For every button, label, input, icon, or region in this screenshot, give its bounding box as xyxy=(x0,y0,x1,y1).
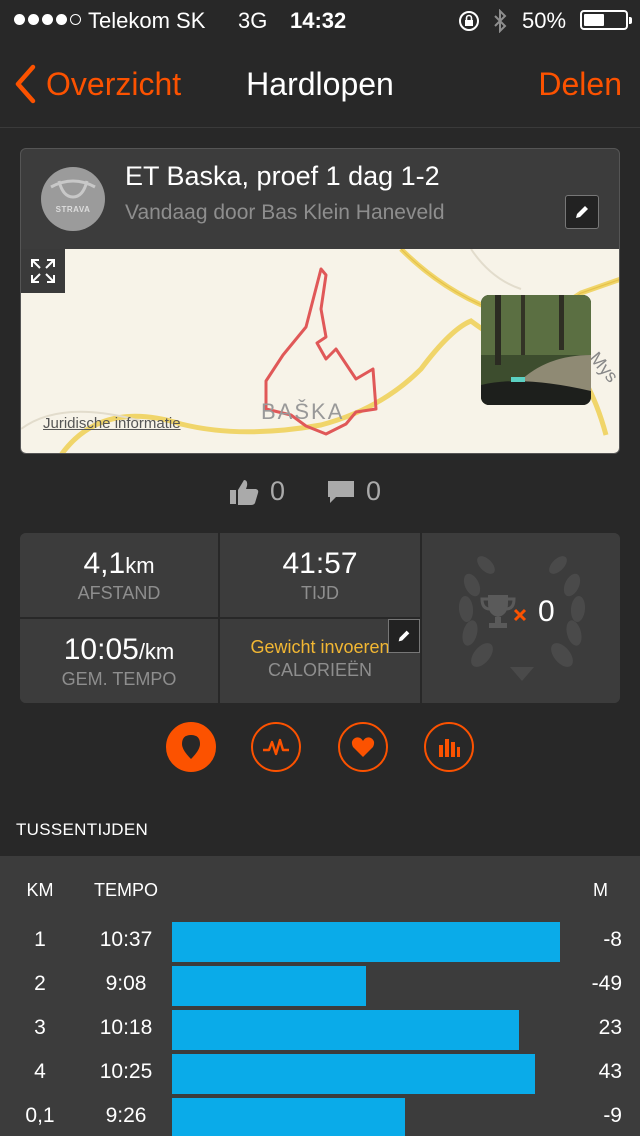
pencil-icon xyxy=(398,630,410,642)
activity-card: STRAVA ET Baska, proef 1 dag 1-2 Vandaag… xyxy=(20,148,620,454)
heart-icon xyxy=(351,737,375,757)
expand-icon xyxy=(31,259,55,283)
status-bar: Telekom SK 3G 14:32 50% xyxy=(0,0,640,42)
achievements-stat[interactable]: 0 xyxy=(422,533,620,703)
edit-activity-button[interactable] xyxy=(565,195,599,229)
expand-map-button[interactable] xyxy=(21,249,65,293)
tab-splits[interactable] xyxy=(424,722,474,772)
table-row[interactable]: 0,1 9:26 -9 xyxy=(0,1096,640,1136)
bluetooth-icon xyxy=(494,9,507,33)
tab-pace[interactable] xyxy=(251,722,301,772)
battery-icon xyxy=(580,10,632,30)
battery-percent: 50% xyxy=(522,8,567,33)
carrier-name: Telekom SK xyxy=(88,8,206,33)
table-row[interactable]: 2 9:08 -49 xyxy=(0,964,640,1008)
distance-value: 4,1 xyxy=(83,547,126,580)
split-pace: 9:26 xyxy=(105,1104,147,1127)
pencil-icon xyxy=(576,206,588,218)
elevation-column-header: M xyxy=(593,880,608,900)
split-elevation: -8 xyxy=(603,928,622,951)
signal-strength-icon xyxy=(14,14,81,25)
table-row[interactable]: 1 10:37 -8 xyxy=(0,920,640,964)
splits-section-title: TUSSENTIJDEN xyxy=(16,820,149,839)
split-km: 0,1 xyxy=(25,1104,55,1127)
split-elevation: -9 xyxy=(603,1104,622,1127)
split-pace: 10:18 xyxy=(99,1016,153,1039)
legal-info-link[interactable]: Juridische informatie xyxy=(43,415,181,432)
split-pace-bar xyxy=(172,922,560,962)
chevron-left-icon xyxy=(15,64,36,104)
activity-title: ET Baska, proef 1 dag 1-2 xyxy=(125,161,440,191)
back-button[interactable]: Overzicht xyxy=(14,64,181,104)
pulse-icon xyxy=(263,738,289,756)
social-bar: 0 0 xyxy=(0,474,640,518)
rotation-lock-icon xyxy=(459,11,479,31)
activity-subtitle: Vandaag door Bas Klein Haneveld xyxy=(125,201,445,224)
table-row[interactable]: 4 10:25 43 xyxy=(0,1052,640,1096)
navigation-bar: Overzicht Hardlopen Delen xyxy=(0,42,640,128)
distance-stat: 4,1km AFSTAND xyxy=(20,533,218,617)
pace-column-header: TEMPO xyxy=(93,880,158,900)
split-pace-bar xyxy=(172,966,366,1006)
comments-button[interactable]: 0 xyxy=(326,476,381,507)
tab-map[interactable] xyxy=(166,722,216,772)
time-stat: 41:57 TIJD xyxy=(220,533,420,617)
split-pace-bar xyxy=(172,1054,535,1094)
split-km: 1 xyxy=(34,928,46,951)
splits-table: KM TEMPO M 1 10:37 -8 2 9:08 -49 3 10:18 23 4 10:2… xyxy=(0,856,640,1136)
split-km: 4 xyxy=(34,1060,46,1083)
comment-count: 0 xyxy=(366,476,382,506)
photo-forest-image xyxy=(481,295,591,405)
calories-label: CALORIEËN xyxy=(267,660,373,680)
profile-silhouette-icon xyxy=(50,179,96,199)
pace-label: GEM. TEMPO xyxy=(61,669,177,689)
edit-weight-button[interactable] xyxy=(388,619,420,653)
comment-icon xyxy=(328,480,354,503)
pace-value: 10:05 xyxy=(63,633,139,666)
split-km: 3 xyxy=(34,1016,46,1039)
bar-chart-icon xyxy=(439,739,460,757)
split-elevation: 43 xyxy=(598,1060,622,1083)
route-map[interactable]: BAŠKA Mys Juridische informatie xyxy=(21,249,619,453)
back-button-label: Overzicht xyxy=(46,65,182,102)
time-label: TIJD xyxy=(301,583,339,603)
distance-unit: km xyxy=(125,553,155,578)
calories-stat: Gewicht invoeren CALORIEËN xyxy=(220,619,420,703)
split-pace: 9:08 xyxy=(105,972,147,995)
avatar-watermark: STRAVA xyxy=(55,205,91,214)
map-pin-icon xyxy=(182,735,200,759)
network-type: 3G xyxy=(238,8,268,33)
pace-unit: /km xyxy=(138,639,175,664)
thumbs-up-icon xyxy=(230,479,259,505)
activity-photo-thumbnail[interactable] xyxy=(481,295,591,405)
map-place-label: BAŠKA xyxy=(261,399,345,424)
avatar[interactable]: STRAVA xyxy=(41,167,105,231)
split-pace: 10:25 xyxy=(99,1060,153,1083)
km-column-header: KM xyxy=(26,880,54,900)
split-pace-bar xyxy=(172,1010,519,1050)
split-elevation: 23 xyxy=(598,1016,622,1039)
tab-heart-rate[interactable] xyxy=(338,722,388,772)
pace-stat: 10:05/km GEM. TEMPO xyxy=(20,619,218,703)
kudos-button[interactable]: 0 xyxy=(228,476,285,507)
split-pace-bar xyxy=(172,1098,405,1136)
split-elevation: -49 xyxy=(591,972,622,995)
time-value: 41:57 xyxy=(282,547,358,580)
split-pace: 10:37 xyxy=(99,928,153,951)
achievement-count: 0 xyxy=(538,595,555,628)
kudos-count: 0 xyxy=(270,476,286,506)
stats-panel: 4,1km AFSTAND 41:57 TIJD 10:05/km GEM. T… xyxy=(20,533,620,703)
split-km: 2 xyxy=(34,972,46,995)
distance-label: AFSTAND xyxy=(77,583,161,603)
detail-tabs xyxy=(0,722,640,772)
table-row[interactable]: 3 10:18 23 xyxy=(0,1008,640,1052)
clock: 14:32 xyxy=(290,8,347,33)
multiply-icon xyxy=(513,608,527,622)
share-button[interactable]: Delen xyxy=(538,66,622,103)
